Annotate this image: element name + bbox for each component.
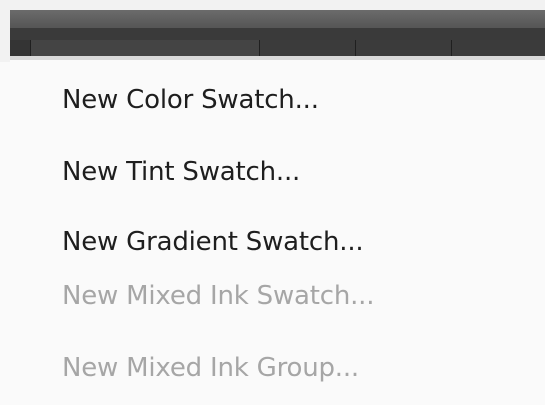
menu-item-new-color-swatch[interactable]: New Color Swatch... xyxy=(62,84,319,116)
panel-tab[interactable] xyxy=(10,40,31,56)
panel-tab[interactable] xyxy=(260,40,356,56)
panel-tab[interactable] xyxy=(31,40,260,56)
panel-title-bar xyxy=(10,10,545,28)
panel-toolbar xyxy=(10,28,545,40)
app-window: New Color Swatch... New Tint Swatch... N… xyxy=(0,0,545,405)
menu-item-new-mixed-ink-group: New Mixed Ink Group... xyxy=(62,353,359,383)
panel-tab-strip xyxy=(10,40,545,56)
panel-header xyxy=(0,0,545,62)
menu-item-new-gradient-swatch[interactable]: New Gradient Swatch... xyxy=(62,226,364,258)
swatches-panel-menu: New Color Swatch... New Tint Swatch... N… xyxy=(10,60,545,405)
menu-item-new-mixed-ink-swatch: New Mixed Ink Swatch... xyxy=(62,281,375,311)
panel-tab[interactable] xyxy=(452,40,545,56)
menu-item-new-tint-swatch[interactable]: New Tint Swatch... xyxy=(62,156,300,188)
panel-tab[interactable] xyxy=(356,40,452,56)
